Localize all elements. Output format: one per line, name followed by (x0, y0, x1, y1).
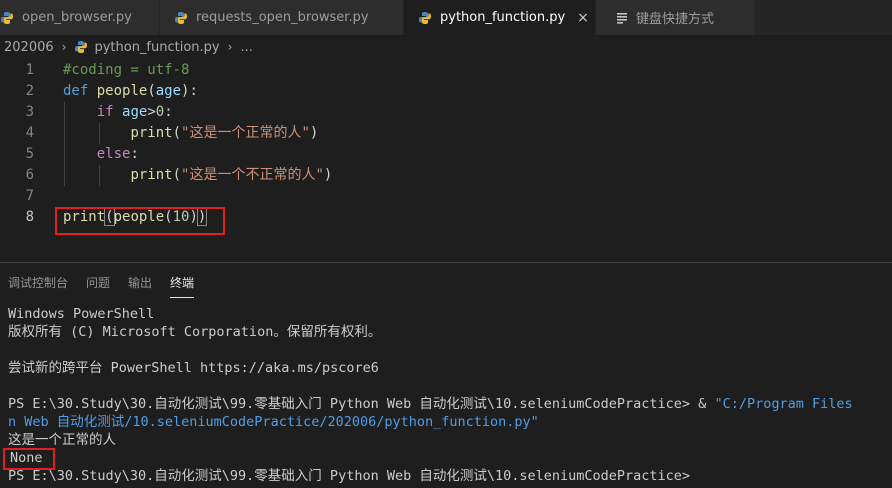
code-token: ): (181, 83, 198, 99)
terminal-output-line: 这是一个正常的人 (8, 432, 116, 448)
code-text: def people(age): (63, 81, 198, 102)
panel-tab-bar: 调试控制台 问题 输出 终端 (0, 268, 204, 298)
code-token: "这是一个不正常的人" (181, 167, 324, 183)
code-token: : (130, 146, 139, 162)
tab-python-function[interactable]: python_function.py × (404, 0, 596, 35)
code-token: print (130, 167, 173, 183)
panel-divider (0, 262, 892, 263)
tab-terminal[interactable]: 终端 (170, 268, 195, 298)
python-file-icon (419, 11, 431, 24)
code-token: "这是一个正常的人" (181, 125, 310, 141)
terminal-ampersand: & (698, 396, 715, 412)
code-text: #coding = utf-8 (63, 60, 189, 81)
code-token: #coding = utf-8 (63, 62, 190, 78)
vscode-window: open_browser.py requests_open_browser.py… (0, 0, 892, 488)
code-token: age (155, 83, 182, 99)
close-icon[interactable]: × (577, 10, 589, 26)
code-text: print("这是一个不正常的人") (63, 165, 332, 186)
code-text: if age>0: (63, 102, 173, 123)
line-number: 6 (25, 167, 34, 183)
tab-label: 键盘快捷方式 (636, 12, 715, 27)
python-file-icon (1, 11, 13, 24)
code-token: ) (309, 125, 319, 141)
highlight-box (55, 207, 225, 235)
terminal-line: 版权所有 (C) Microsoft Corporation。保留所有权利。 (8, 324, 382, 340)
line-number: 8 (25, 209, 34, 225)
terminal-path-string: "C:/Program Files (714, 396, 853, 412)
tab-label: requests_open_browser.py (196, 10, 369, 25)
tab-debug-console[interactable]: 调试控制台 (8, 268, 68, 298)
code-token: age (122, 104, 148, 120)
python-file-icon (75, 41, 88, 53)
code-line[interactable]: 7 (0, 186, 892, 207)
highlight-box (3, 448, 55, 470)
code-token: ( (172, 167, 182, 183)
line-number: 3 (25, 104, 34, 120)
breadcrumb-file[interactable]: python_function.py (94, 40, 219, 55)
python-file-icon (175, 11, 187, 24)
chevron-right-icon: › (227, 40, 233, 54)
code-text: else: (63, 144, 139, 165)
tab-output[interactable]: 输出 (128, 268, 152, 298)
tab-open-browser[interactable]: open_browser.py (0, 0, 160, 35)
code-line[interactable]: 4 print("这是一个正常的人") (0, 123, 892, 144)
tab-label: open_browser.py (22, 10, 132, 25)
code-token: 0 (155, 104, 165, 120)
terminal-command-line: PS E:\30.Study\30.自动化测试\99.零基础入门 Python … (8, 395, 853, 413)
code-line[interactable]: 3 if age>0: (0, 102, 892, 123)
line-number: 1 (25, 62, 34, 78)
code-token: ( (147, 83, 156, 99)
code-line[interactable]: 6 print("这是一个不正常的人") (0, 165, 892, 186)
code-token: : (164, 104, 173, 120)
tab-requests-open-browser[interactable]: requests_open_browser.py (160, 0, 404, 35)
code-token: def (63, 83, 89, 99)
code-line[interactable]: 1 #coding = utf-8 (0, 60, 892, 81)
code-token: > (147, 104, 156, 120)
code-text: print("这是一个正常的人") (63, 123, 318, 144)
code-line[interactable]: 5 else: (0, 144, 892, 165)
tab-keyboard-shortcuts[interactable]: 键盘快捷方式 (596, 0, 756, 35)
code-token: people (96, 83, 148, 99)
editor-tab-bar: open_browser.py requests_open_browser.py… (0, 0, 892, 35)
code-token: if (96, 104, 114, 120)
terminal-prompt-line: PS E:\30.Study\30.自动化测试\99.零基础入门 Python … (8, 468, 691, 484)
tab-label: python_function.py (440, 10, 566, 25)
line-number: 5 (25, 146, 34, 162)
line-number: 2 (25, 83, 34, 99)
code-token: ) (323, 167, 333, 183)
keyboard-shortcuts-icon (617, 12, 627, 24)
breadcrumb: 202006 › python_function.py › ... (0, 35, 892, 59)
code-line[interactable]: 2 def people(age): (0, 81, 892, 102)
code-token: print (130, 125, 173, 141)
terminal-path-string: n Web 自动化测试/10.seleniumCodePractice/2020… (8, 414, 539, 430)
terminal-line: Windows PowerShell (8, 306, 155, 322)
terminal-line: 尝试新的跨平台 PowerShell https://aka.ms/pscore… (8, 360, 379, 376)
code-token: ( (172, 125, 182, 141)
breadcrumb-folder[interactable]: 202006 (4, 40, 54, 55)
terminal-prompt: PS E:\30.Study\30.自动化测试\99.零基础入门 Python … (8, 396, 699, 412)
code-token: else (96, 146, 131, 162)
line-number: 7 (25, 188, 34, 204)
line-number: 4 (25, 125, 34, 141)
tab-problems[interactable]: 问题 (86, 268, 110, 298)
breadcrumb-more[interactable]: ... (240, 40, 252, 55)
chevron-right-icon: › (61, 40, 67, 54)
